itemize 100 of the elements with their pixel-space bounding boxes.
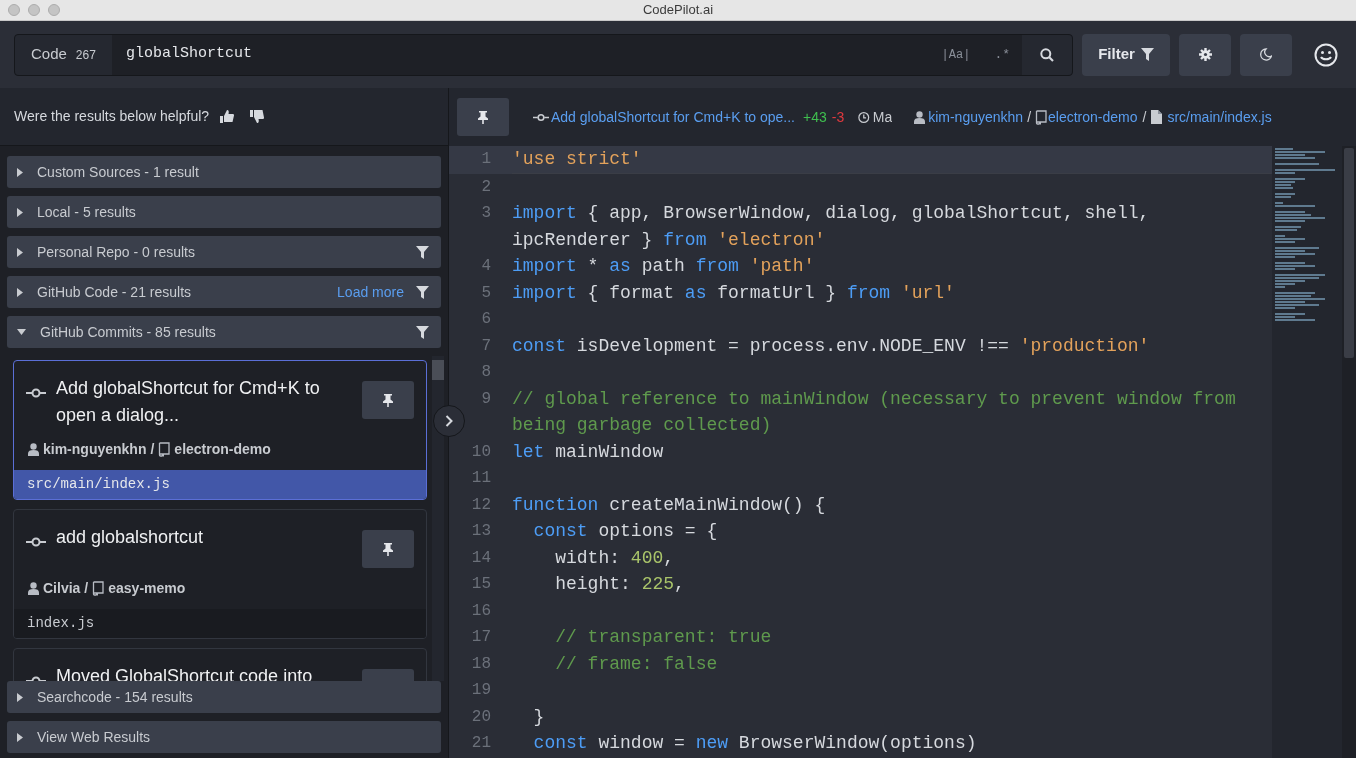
user-icon bbox=[914, 110, 926, 124]
commit-link[interactable]: Add globalShortcut for Cmd+K to ope... bbox=[551, 106, 795, 128]
feedback-button[interactable] bbox=[1313, 41, 1339, 68]
settings-button[interactable] bbox=[1179, 33, 1231, 76]
section-header[interactable]: Searchcode - 154 results bbox=[7, 681, 441, 713]
code-line: } bbox=[532, 705, 546, 729]
commit-icon bbox=[26, 388, 46, 398]
case-sensitive-toggle[interactable]: |Aa| bbox=[941, 45, 971, 64]
filter-button[interactable]: Filter bbox=[1082, 33, 1170, 76]
moon-icon bbox=[1260, 48, 1272, 61]
section-header[interactable]: Local - 5 results bbox=[7, 196, 441, 228]
filter-icon bbox=[1140, 48, 1154, 61]
search-scope-label: Code bbox=[31, 44, 67, 65]
section-header[interactable]: Custom Sources - 1 result bbox=[7, 156, 441, 188]
line-number: 11 bbox=[470, 468, 491, 489]
line-number: 18 bbox=[470, 653, 491, 675]
regex-toggle[interactable]: .* bbox=[994, 44, 1010, 65]
thumbs-down-button[interactable] bbox=[249, 108, 266, 125]
thumbs-up-button[interactable] bbox=[219, 108, 236, 125]
path-separator: / bbox=[1142, 107, 1147, 127]
code-line: const window = new BrowserWindow(options) bbox=[532, 732, 978, 755]
code-line: // global reference to mainWindow (necessary to prevent window from being garbage collected) bbox=[512, 387, 1237, 437]
pin-icon bbox=[382, 393, 394, 407]
path-separator: / bbox=[84, 579, 89, 598]
result-card[interactable]: add globalshortcut Cilvia / easy-memo index.js bbox=[13, 509, 427, 639]
line-number: 21 bbox=[470, 733, 491, 754]
file-icon bbox=[1151, 110, 1163, 124]
code-line: // frame: false bbox=[554, 652, 719, 676]
code-line: // transparent: true bbox=[554, 626, 773, 649]
clock-icon bbox=[858, 110, 870, 124]
window-title: CodePilot.ai bbox=[642, 1, 714, 20]
code-line: let mainWindow bbox=[512, 440, 665, 464]
feedback-question: Were the results below helpful? bbox=[14, 107, 210, 126]
line-number: 12 bbox=[470, 494, 491, 516]
smiley-icon bbox=[1314, 42, 1338, 67]
file-link[interactable]: src/main/index.js bbox=[1167, 106, 1272, 128]
commit-title: Add globalShortcut for Cmd+K to open a dialog... bbox=[56, 377, 321, 427]
repo-icon bbox=[1035, 109, 1047, 125]
section-header[interactable]: View Web Results bbox=[7, 721, 441, 753]
repo-name: electron-demo bbox=[174, 440, 271, 459]
thumbs-down-icon bbox=[250, 110, 265, 123]
section-title: View Web Results bbox=[37, 727, 152, 747]
pin-button[interactable] bbox=[362, 381, 414, 419]
code-line: import * as path from 'path' bbox=[512, 255, 816, 278]
thumbs-up-icon bbox=[220, 110, 235, 123]
line-number: 3 bbox=[480, 203, 491, 224]
line-number: 2 bbox=[480, 176, 491, 198]
code-line: const isDevelopment = process.env.NODE_ENV !== 'production' bbox=[512, 334, 1151, 358]
search-button[interactable] bbox=[1022, 34, 1072, 75]
line-number: 19 bbox=[470, 680, 491, 701]
section-title: GitHub Commits - 85 results bbox=[40, 322, 217, 342]
line-number: 4 bbox=[480, 256, 491, 277]
section-header[interactable]: Personal Repo - 0 results bbox=[7, 236, 441, 268]
repo-name: easy-memo bbox=[108, 579, 186, 598]
section-header[interactable]: GitHub Code - 21 results Load more bbox=[7, 276, 441, 308]
section-title: Custom Sources - 1 result bbox=[37, 162, 200, 182]
commit-title: add globalshortcut bbox=[56, 526, 205, 549]
line-number: 20 bbox=[470, 706, 491, 728]
code-line: import { app, BrowserWindow, dialog, globalShortcut, shell, ipcRenderer } from 'electron' bbox=[512, 202, 1151, 252]
code-line: width: 400, bbox=[554, 546, 676, 570]
file-path: index.js bbox=[14, 609, 426, 638]
line-number: 7 bbox=[480, 335, 491, 357]
line-number: 5 bbox=[480, 282, 491, 304]
commit-icon bbox=[26, 537, 46, 547]
line-number: 6 bbox=[480, 309, 491, 330]
author-link[interactable]: kim-nguyenkhn bbox=[928, 106, 1024, 128]
scrollbar-thumb[interactable] bbox=[1344, 148, 1354, 358]
line-number: 16 bbox=[470, 600, 491, 622]
file-path: src/main/index.js bbox=[14, 470, 426, 499]
result-card[interactable]: Add globalShortcut for Cmd+K to open a dialog... kim-nguyenkhn / electron-demo src/main/index.js bbox=[13, 360, 427, 500]
code-line: height: 225, bbox=[554, 573, 686, 596]
section-header[interactable]: GitHub Commits - 85 results bbox=[7, 316, 441, 348]
commit-date: Ma bbox=[872, 107, 893, 127]
repo-link[interactable]: electron-demo bbox=[1048, 106, 1138, 128]
line-number: 13 bbox=[470, 521, 491, 542]
path-separator: / bbox=[1027, 107, 1031, 127]
line-number: 15 bbox=[470, 574, 491, 595]
code-line: const options = { bbox=[532, 520, 719, 543]
scrollbar-thumb[interactable] bbox=[432, 360, 444, 380]
author-name: Cilvia bbox=[43, 579, 81, 598]
code-line: function createMainWindow() { bbox=[512, 493, 827, 517]
pin-button[interactable] bbox=[362, 530, 414, 568]
pin-button[interactable] bbox=[457, 98, 509, 136]
result-count: 267 bbox=[75, 46, 96, 64]
line-number: 17 bbox=[470, 627, 491, 648]
theme-toggle-button[interactable] bbox=[1240, 33, 1292, 76]
settings-icon bbox=[1198, 48, 1212, 61]
load-more-link[interactable]: Load more bbox=[337, 281, 404, 303]
deletions-count: -3 bbox=[831, 107, 845, 127]
author-name: kim-nguyenkhn bbox=[43, 440, 147, 459]
section-title: Searchcode - 154 results bbox=[37, 687, 194, 707]
chevron-right-icon bbox=[445, 415, 453, 427]
search-icon bbox=[1040, 47, 1054, 62]
additions-count: +43 bbox=[803, 107, 827, 127]
line-number: 8 bbox=[480, 362, 491, 383]
pin-icon bbox=[477, 110, 489, 124]
path-separator: / bbox=[150, 440, 155, 459]
line-number: 10 bbox=[470, 441, 491, 463]
search-field[interactable]: Code 267 globalShortcut |Aa| .* bbox=[14, 33, 1073, 76]
section-title: Local - 5 results bbox=[37, 202, 137, 222]
